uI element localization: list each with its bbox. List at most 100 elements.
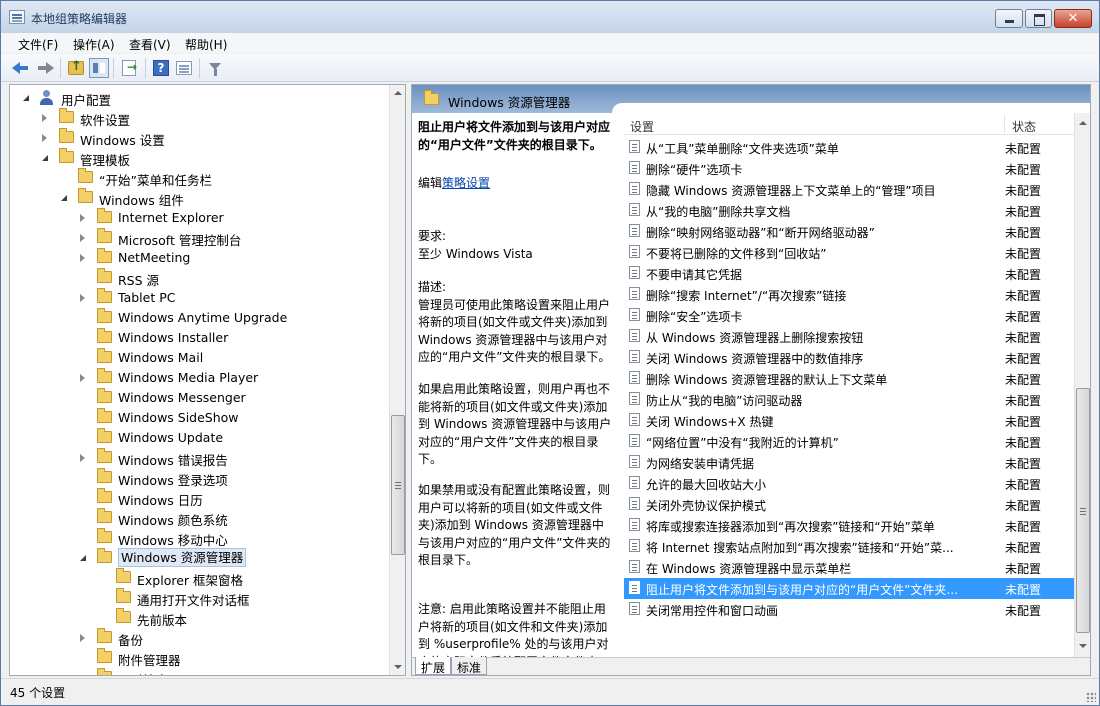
show-hide-tree-icon[interactable]	[89, 58, 109, 78]
tree-node[interactable]: 管理模板	[10, 148, 388, 168]
table-row[interactable]: 隐藏 Windows 资源管理器上下文菜单上的“管理”项目 未配置	[624, 179, 1074, 200]
tree-node[interactable]: 备份	[10, 628, 388, 648]
expand-arrow-icon[interactable]	[80, 254, 85, 262]
column-header-state[interactable]: 状态	[1012, 118, 1036, 135]
collapse-arrow-icon[interactable]	[80, 555, 86, 561]
scroll-down-arrow-icon[interactable]	[1075, 638, 1090, 654]
table-row[interactable]: 从“工具”菜单删除“文件夹选项”菜单 未配置	[624, 137, 1074, 158]
list-scroll-thumb[interactable]	[1076, 388, 1090, 633]
tree-node[interactable]: Windows 颜色系统	[10, 508, 388, 528]
tree-node[interactable]: 先前版本	[10, 608, 388, 628]
forward-arrow-icon[interactable]	[35, 58, 55, 78]
table-row[interactable]: 关闭 Windows 资源管理器中的数值排序 未配置	[624, 347, 1074, 368]
tree-node[interactable]: Microsoft 管理控制台	[10, 228, 388, 248]
edit-policy-link[interactable]: 策略设置	[442, 176, 490, 190]
tree-node[interactable]: Windows SideShow	[10, 408, 388, 428]
table-row[interactable]: 将库或搜索连接器添加到“再次搜索”链接和“开始”菜单 未配置	[624, 515, 1074, 536]
expand-arrow-icon[interactable]	[42, 134, 47, 142]
tree-node[interactable]: Windows 组件	[10, 188, 388, 208]
tree-node[interactable]: Windows 资源管理器	[10, 548, 388, 568]
collapse-arrow-icon[interactable]	[42, 155, 48, 161]
table-row[interactable]: 删除“硬件”选项卡 未配置	[624, 158, 1074, 179]
tree-node[interactable]: Internet Explorer	[10, 208, 388, 228]
table-row[interactable]: “网络位置”中没有“我附近的计算机” 未配置	[624, 431, 1074, 452]
table-row[interactable]: 从“我的电脑”删除共享文档 未配置	[624, 200, 1074, 221]
tree-node[interactable]: 附件管理器	[10, 648, 388, 668]
tree-node[interactable]: 软件设置	[10, 108, 388, 128]
tree-node[interactable]: “开始”菜单和任务栏	[10, 168, 388, 188]
table-row[interactable]: 阻止用户将文件添加到与该用户对应的“用户文件”文件夹... 未配置	[624, 578, 1074, 599]
policy-setting-icon	[629, 434, 640, 447]
expand-arrow-icon[interactable]	[80, 234, 85, 242]
filter-icon[interactable]	[206, 58, 226, 78]
tree-node[interactable]: Tablet PC	[10, 288, 388, 308]
tree-node-label: 先前版本	[137, 613, 188, 628]
collapse-arrow-icon[interactable]	[61, 195, 67, 201]
table-row[interactable]: 为网络安装申请凭据 未配置	[624, 452, 1074, 473]
title-bar[interactable]: 本地组策略编辑器 ✕	[1, 1, 1099, 33]
list-header: 设置 状态	[624, 113, 1074, 135]
table-row[interactable]: 删除“安全”选项卡 未配置	[624, 305, 1074, 326]
menu-view[interactable]: 查看(V)	[129, 36, 171, 53]
tab-extended[interactable]: 扩展	[415, 657, 452, 675]
tree-scrollbar[interactable]	[389, 85, 405, 675]
table-row[interactable]: 防止从“我的电脑”访问驱动器 未配置	[624, 389, 1074, 410]
tree-node[interactable]: NetMeeting	[10, 248, 388, 268]
tree-node[interactable]: Windows 错误报告	[10, 448, 388, 468]
tree-node[interactable]: Windows 登录选项	[10, 468, 388, 488]
expand-arrow-icon[interactable]	[80, 374, 85, 382]
up-folder-icon[interactable]	[68, 59, 84, 75]
table-row[interactable]: 不要申请其它凭据 未配置	[624, 263, 1074, 284]
menu-help[interactable]: 帮助(H)	[185, 36, 227, 53]
maximize-button[interactable]	[1025, 9, 1052, 28]
expand-arrow-icon[interactable]	[80, 454, 85, 462]
tree-node[interactable]: Windows Mail	[10, 348, 388, 368]
tree-node-label: Windows Update	[118, 430, 224, 445]
table-row[interactable]: 将 Internet 搜索站点附加到“再次搜索”链接和“开始”菜... 未配置	[624, 536, 1074, 557]
tree-node[interactable]: Windows 设置	[10, 128, 388, 148]
tree-node[interactable]: Windows Anytime Upgrade	[10, 308, 388, 328]
table-row[interactable]: 关闭常用控件和窗口动画 未配置	[624, 599, 1074, 620]
expand-arrow-icon[interactable]	[42, 114, 47, 122]
resize-grip[interactable]	[1086, 692, 1096, 702]
table-row[interactable]: 允许的最大回收站大小 未配置	[624, 473, 1074, 494]
tree-node[interactable]: Windows 移动中心	[10, 528, 388, 548]
export-list-icon[interactable]	[122, 60, 137, 76]
table-row[interactable]: 从 Windows 资源管理器上删除搜索按钮 未配置	[624, 326, 1074, 347]
menu-file[interactable]: 文件(F)	[18, 36, 58, 53]
table-row[interactable]: 关闭外壳协议保护模式 未配置	[624, 494, 1074, 515]
tree-node[interactable]: 通用打开文件对话框	[10, 588, 388, 608]
scroll-up-arrow-icon[interactable]	[1075, 115, 1090, 131]
tree-node[interactable]: Windows Messenger	[10, 388, 388, 408]
table-row[interactable]: 删除“搜索 Internet”/“再次搜索”链接 未配置	[624, 284, 1074, 305]
table-row[interactable]: 关闭 Windows+X 热键 未配置	[624, 410, 1074, 431]
help-icon[interactable]: ?	[153, 60, 169, 76]
tree-node[interactable]: Windows 日历	[10, 488, 388, 508]
back-arrow-icon[interactable]	[11, 58, 31, 78]
table-row[interactable]: 在 Windows 资源管理器中显示菜单栏 未配置	[624, 557, 1074, 578]
list-scrollbar[interactable]	[1074, 113, 1090, 657]
scroll-down-arrow-icon[interactable]	[390, 659, 405, 675]
minimize-button[interactable]	[995, 9, 1023, 28]
tree-node[interactable]: Windows Update	[10, 428, 388, 448]
expand-arrow-icon[interactable]	[80, 214, 85, 222]
table-row[interactable]: 删除 Windows 资源管理器的默认上下文菜单 未配置	[624, 368, 1074, 389]
table-row[interactable]: 删除“映射网络驱动器”和“断开网络驱动器” 未配置	[624, 221, 1074, 242]
tree-node[interactable]: Windows Media Player	[10, 368, 388, 388]
column-header-setting[interactable]: 设置	[630, 118, 654, 135]
menu-action[interactable]: 操作(A)	[73, 36, 115, 53]
collapse-arrow-icon[interactable]	[23, 95, 29, 101]
tree-scroll-thumb[interactable]	[391, 415, 405, 555]
close-button[interactable]: ✕	[1054, 9, 1092, 28]
table-row[interactable]: 不要将已删除的文件移到“回收站” 未配置	[624, 242, 1074, 263]
scroll-up-arrow-icon[interactable]	[390, 85, 405, 101]
tree-node[interactable]: RSS 源	[10, 268, 388, 288]
expand-arrow-icon[interactable]	[80, 294, 85, 302]
tree-node[interactable]: 即时搜索	[10, 668, 388, 675]
tree-node[interactable]: Explorer 框架窗格	[10, 568, 388, 588]
tree-node[interactable]: Windows Installer	[10, 328, 388, 348]
properties-icon[interactable]	[176, 61, 192, 75]
tree-node[interactable]: 用户配置	[10, 88, 388, 108]
expand-arrow-icon[interactable]	[80, 634, 85, 642]
tab-standard[interactable]: 标准	[451, 657, 488, 675]
